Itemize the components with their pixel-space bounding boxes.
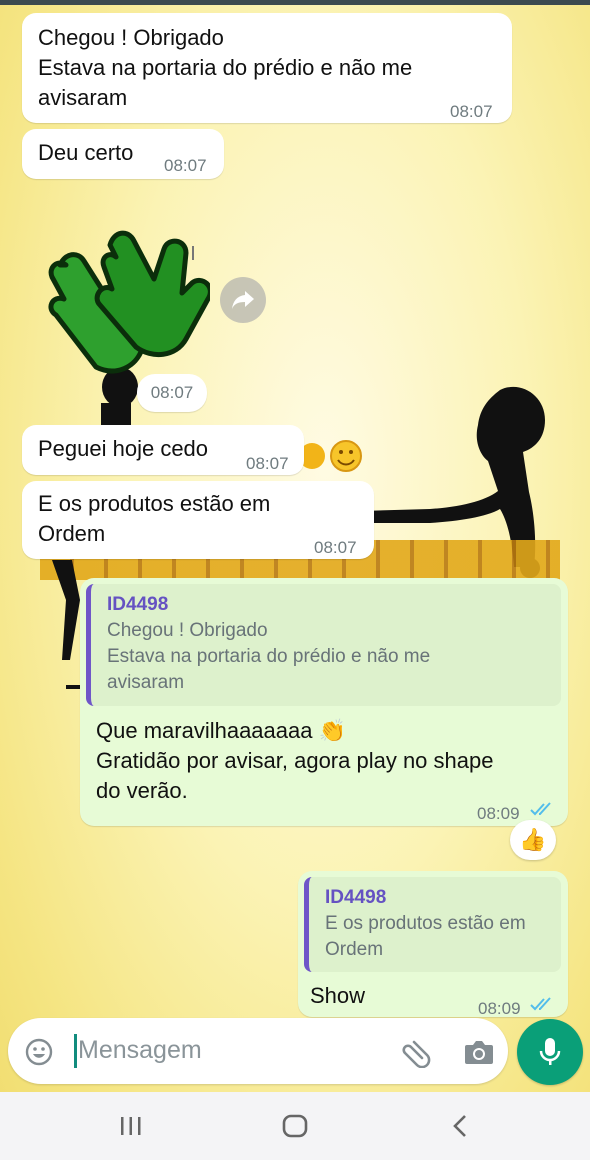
paperclip-icon[interactable] (400, 1036, 432, 1068)
forward-icon (232, 291, 254, 309)
message-text: E os produtos estão em Ordem (38, 491, 271, 546)
sticker-cursor-mark (192, 246, 194, 260)
message-time: 08:07 (246, 454, 289, 473)
reaction-badge[interactable]: 👍 (510, 820, 556, 860)
message-bubble-incoming[interactable]: Chegou ! Obrigado Estava na portaria do … (22, 13, 512, 123)
quote-text: Chegou ! Obrigado Estava na portaria do … (107, 620, 431, 693)
message-text: Peguei hoje cedo (38, 436, 209, 461)
message-text: Deu certo (38, 140, 134, 165)
microphone-icon (539, 1038, 561, 1065)
double-check-icon (530, 802, 551, 816)
voice-record-button[interactable] (517, 1019, 583, 1085)
quote-text: E os produtos estão em Ordem (325, 913, 526, 960)
sticker-time: 08:07 (137, 374, 207, 412)
message-time: 08:07 (164, 156, 207, 175)
status-bar-strip (0, 0, 590, 5)
back-icon[interactable] (450, 1114, 470, 1138)
quote-author: ID4498 (107, 594, 169, 615)
system-navigation-bar (0, 1092, 590, 1160)
forward-button[interactable] (220, 277, 266, 323)
message-composer[interactable]: Mensagem (8, 1018, 508, 1084)
camera-icon[interactable] (463, 1038, 495, 1066)
quote-author: ID4498 (325, 887, 387, 908)
double-check-icon (530, 997, 551, 1011)
text-caret (74, 1034, 77, 1068)
recent-apps-icon[interactable] (118, 1114, 144, 1138)
message-text: Que maravilhaaaaaaa 👏 Gratidão por avisa… (96, 718, 494, 803)
message-bubble-outgoing[interactable]: ID4498 E os produtos estão em Ordem Show… (298, 871, 568, 1018)
message-bubble-incoming[interactable]: E os produtos estão em Ordem 08:07 (22, 481, 374, 559)
message-input[interactable]: Mensagem (78, 1036, 202, 1065)
wallpaper-smiley-icon (300, 440, 362, 472)
quoted-message[interactable]: ID4498 Chegou ! Obrigado Estava na porta… (86, 584, 561, 706)
message-text: Chegou ! Obrigado Estava na portaria do … (38, 25, 413, 110)
thumbs-up-reaction-icon: 👍 (519, 827, 547, 852)
message-time: 08:09 (477, 804, 520, 823)
clapping-hands-sticker[interactable] (40, 225, 210, 375)
emoji-icon[interactable] (24, 1037, 54, 1067)
message-bubble-incoming[interactable]: Peguei hoje cedo 08:07 (22, 425, 304, 475)
message-text: Show (310, 983, 366, 1008)
home-icon[interactable] (282, 1114, 308, 1138)
message-time: 08:07 (450, 102, 493, 121)
message-bubble-incoming[interactable]: Deu certo 08:07 (22, 129, 224, 179)
message-bubble-outgoing[interactable]: ID4498 Chegou ! Obrigado Estava na porta… (80, 578, 568, 826)
message-time: 08:07 (314, 538, 357, 557)
quoted-message[interactable]: ID4498 E os produtos estão em Ordem (304, 877, 561, 972)
